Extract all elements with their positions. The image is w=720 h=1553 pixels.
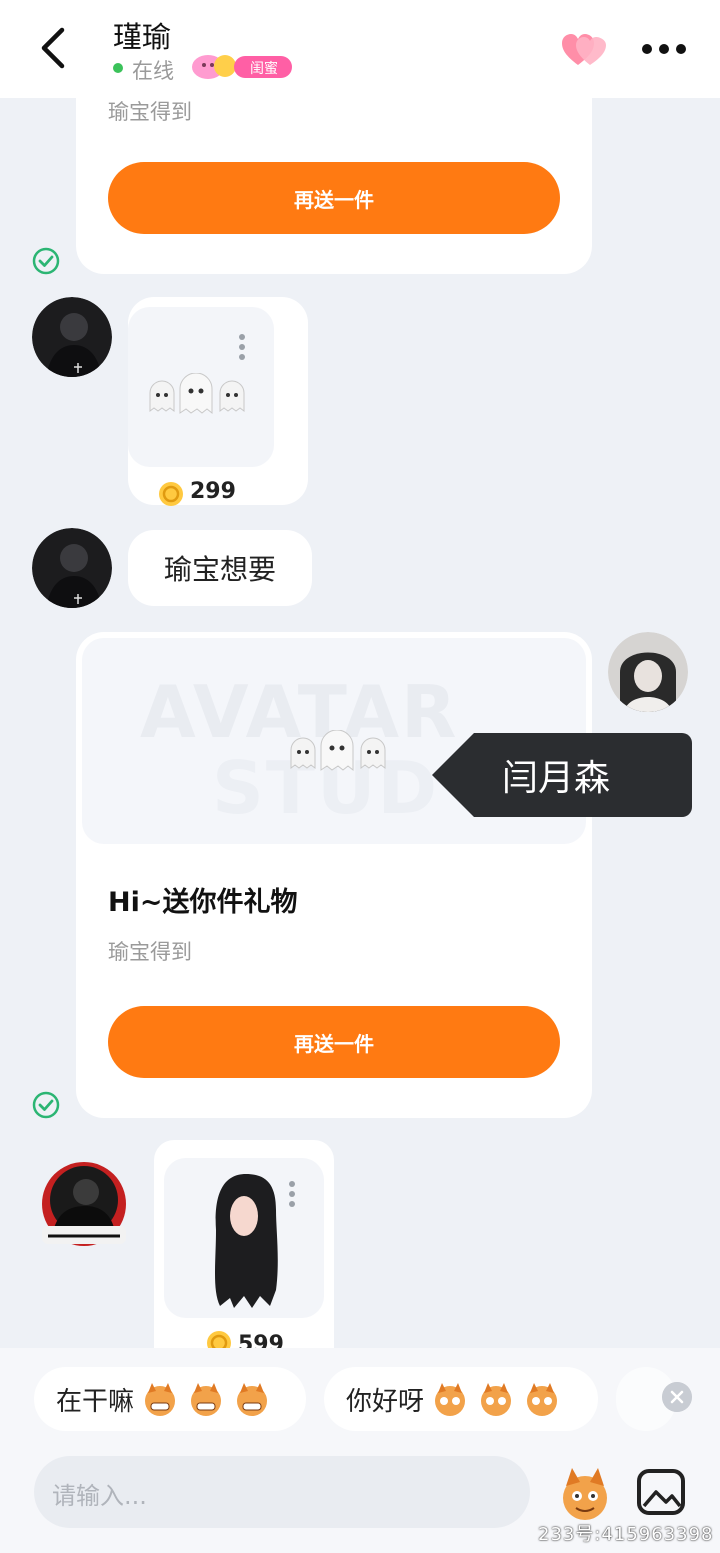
emoji-icon: [237, 1383, 268, 1416]
emoji-icon: [145, 1383, 176, 1416]
ghost-icon: [290, 730, 386, 772]
emoji-icon: [435, 1383, 466, 1416]
avatar[interactable]: [608, 632, 688, 712]
coin-icon: [159, 482, 183, 506]
quick-reply-chip[interactable]: 你好呀: [324, 1367, 598, 1431]
send-again-button[interactable]: 再送一件: [108, 162, 560, 234]
contact-name[interactable]: 瑾瑜: [113, 14, 171, 56]
card-subtitle: 瑜宝得到: [108, 940, 192, 964]
name-tooltip: 闫月森: [432, 733, 692, 817]
hair-item-icon: [215, 1174, 278, 1308]
heart-icon[interactable]: [560, 32, 608, 68]
send-again-button[interactable]: 再送一件: [108, 1006, 560, 1078]
emoji-icon[interactable]: [556, 1466, 614, 1522]
emoji-icon: [191, 1383, 222, 1416]
online-dot: [113, 63, 123, 73]
quick-reply-label: 你好呀: [346, 1386, 425, 1417]
ghost-icon: [149, 373, 245, 415]
chat-header: 瑾瑜 在线 闺蜜: [0, 0, 720, 98]
gift-card-title: Hi~送你件礼物: [108, 887, 298, 918]
gift-price: 299: [190, 479, 236, 504]
avatar[interactable]: [32, 1156, 136, 1250]
gallery-icon[interactable]: [636, 1468, 686, 1516]
check-icon: [32, 247, 60, 275]
text-message[interactable]: 瑜宝想要: [128, 530, 312, 606]
input-placeholder: 请输入...: [52, 1482, 147, 1510]
watermark: 233号:415963398: [538, 1524, 714, 1545]
quick-reply-label: 在干嘛: [56, 1386, 135, 1417]
avatar[interactable]: [32, 297, 112, 377]
back-icon[interactable]: [36, 26, 72, 70]
emoji-icon: [481, 1383, 512, 1416]
avatar[interactable]: [32, 528, 112, 608]
more-vertical-icon[interactable]: [238, 333, 246, 361]
bestie-badge-label: 闺蜜: [250, 61, 278, 77]
gift-item-card[interactable]: 599: [154, 1140, 334, 1357]
message-input[interactable]: 请输入...: [34, 1456, 530, 1528]
bestie-badge[interactable]: [190, 52, 294, 82]
gift-message-card: AVATAR STUD Hi~送你件礼物 瑜宝得到 再送一件: [76, 632, 592, 1118]
close-icon[interactable]: [662, 1382, 692, 1412]
gift-item-card[interactable]: 299: [128, 297, 308, 506]
card-subtitle: 瑜宝得到: [108, 100, 192, 124]
more-icon[interactable]: [640, 40, 688, 58]
more-vertical-icon[interactable]: [288, 1180, 296, 1208]
check-icon: [32, 1091, 60, 1119]
online-status: 在线: [132, 59, 174, 83]
quick-reply-chip[interactable]: 在干嘛: [34, 1367, 306, 1431]
emoji-icon: [527, 1383, 558, 1416]
tooltip-name: 闫月森: [502, 758, 611, 799]
